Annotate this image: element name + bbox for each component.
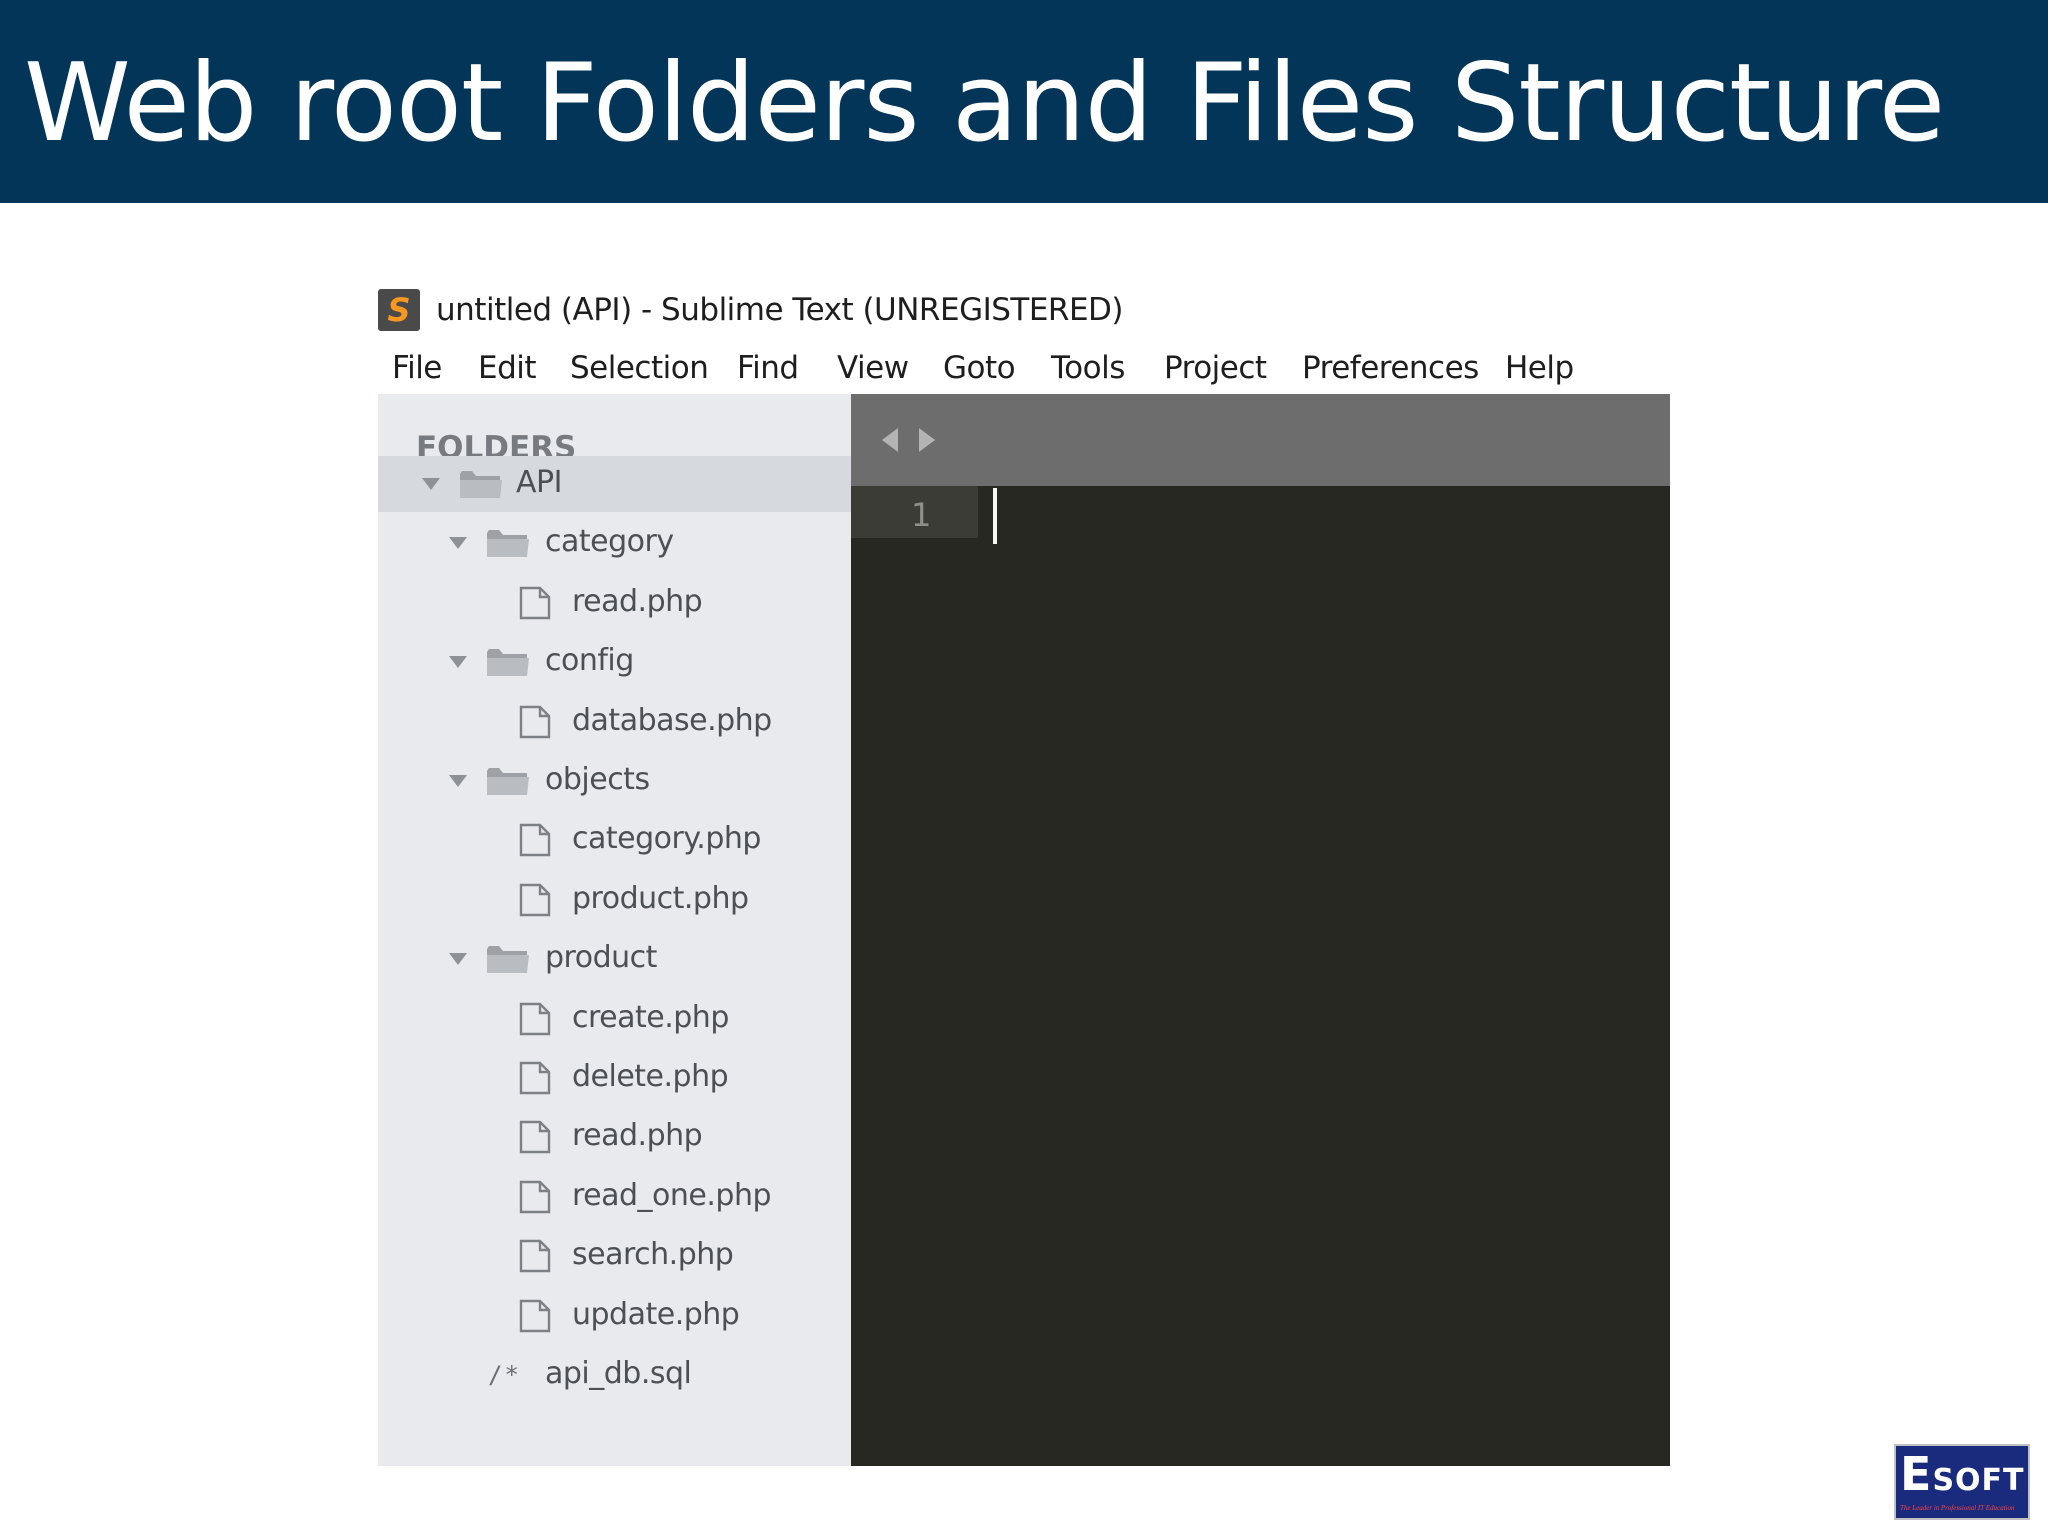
tree-item-label: read_one.php: [572, 1177, 772, 1213]
tree-item-label: update.php: [572, 1296, 740, 1332]
tree-item-label: objects: [545, 762, 650, 797]
tab-scroll-left-icon[interactable]: [882, 428, 898, 452]
expand-triangle-icon[interactable]: [422, 478, 440, 490]
tree-item-label: read.php: [572, 583, 703, 619]
file-icon: [519, 586, 551, 619]
tree-file-row[interactable]: read_one.php: [378, 1169, 851, 1225]
folder-icon: [460, 471, 502, 498]
file-icon: [519, 1239, 551, 1273]
menu-find[interactable]: Find: [737, 350, 799, 386]
expand-triangle-icon[interactable]: [449, 775, 467, 787]
tree-folder-row[interactable]: product: [378, 931, 851, 987]
sublime-text-app-icon: S: [378, 289, 420, 331]
menu-project[interactable]: Project: [1164, 350, 1267, 386]
text-cursor: [993, 488, 997, 544]
tree-file-row[interactable]: /* api_db.sql: [378, 1347, 851, 1403]
expand-triangle-icon[interactable]: [449, 656, 467, 669]
tree-file-row[interactable]: create.php: [378, 991, 851, 1047]
expand-triangle-icon[interactable]: [449, 537, 467, 550]
file-icon: [519, 1061, 551, 1095]
folder-icon: [487, 649, 529, 677]
tree-file-row[interactable]: read.php: [378, 1109, 851, 1165]
tree-item-label: product.php: [572, 880, 749, 916]
expand-triangle-icon[interactable]: [449, 953, 467, 966]
logo-tagline: The Leader in Professional IT Education: [1900, 1504, 2015, 1512]
esoft-logo: ESOFT The Leader in Professional IT Educ…: [1894, 1444, 2030, 1520]
line-number: 1: [911, 496, 932, 534]
file-icon: [519, 1002, 551, 1035]
tree-file-row[interactable]: delete.php: [378, 1050, 851, 1106]
app-icon-glyph: S: [387, 291, 411, 329]
tree-folder-row[interactable]: API: [378, 456, 851, 512]
tree-item-label: product: [545, 940, 657, 976]
file-icon: [519, 1180, 551, 1213]
menu-bar: File Edit Selection Find View Goto Tools…: [378, 342, 1670, 392]
menu-edit[interactable]: Edit: [478, 350, 537, 386]
tree-item-label: API: [516, 465, 562, 500]
sidebar-folders: FOLDERS API category read.php config databas…: [378, 394, 851, 1466]
menu-tools[interactable]: Tools: [1051, 350, 1125, 386]
tree-file-row[interactable]: product.php: [378, 872, 851, 928]
tree-item-label: category.php: [572, 821, 761, 857]
menu-goto[interactable]: Goto: [943, 350, 1016, 386]
file-icon: [519, 883, 551, 916]
menu-file[interactable]: File: [392, 350, 442, 386]
tab-scroll-right-icon[interactable]: [919, 428, 935, 452]
tree-item-label: create.php: [572, 999, 729, 1035]
tree-file-row[interactable]: database.php: [378, 694, 851, 750]
tree-folder-row[interactable]: category: [378, 515, 851, 571]
window-title: untitled (API) - Sublime Text (UNREGISTE…: [436, 292, 1124, 328]
tree-file-row[interactable]: search.php: [378, 1228, 851, 1284]
tree-item-label: read.php: [572, 1118, 703, 1154]
editor-pane[interactable]: 1: [851, 394, 1670, 1466]
tree-item-label: api_db.sql: [545, 1356, 692, 1391]
tab-bar: [851, 394, 1670, 486]
menu-view[interactable]: View: [837, 350, 909, 386]
logo-word-big: E: [1900, 1447, 1933, 1501]
tree-file-row[interactable]: category.php: [378, 812, 851, 868]
tree-folder-row[interactable]: config: [378, 634, 851, 690]
slide-title: Web root Folders and Files Structure: [24, 41, 1945, 166]
logo-wordmark: ESOFT: [1900, 1446, 2025, 1509]
folder-icon: [487, 530, 529, 558]
sql-file-icon: /*: [488, 1361, 521, 1389]
folder-icon: [487, 768, 529, 795]
folder-icon: [487, 946, 529, 974]
logo-word-small: SOFT: [1932, 1463, 2025, 1498]
window-titlebar[interactable]: S untitled (API) - Sublime Text (UNREGIS…: [378, 285, 1670, 335]
tree-item-label: delete.php: [572, 1059, 729, 1094]
file-icon: [519, 1121, 551, 1154]
tree-item-label: config: [545, 643, 634, 679]
file-icon: [519, 705, 551, 738]
file-icon: [519, 1299, 551, 1332]
menu-selection[interactable]: Selection: [570, 350, 709, 386]
tree-file-row[interactable]: read.php: [378, 575, 851, 631]
menu-preferences[interactable]: Preferences: [1302, 350, 1479, 386]
tree-folder-row[interactable]: objects: [378, 753, 851, 809]
slide-header: Web root Folders and Files Structure: [0, 0, 2048, 203]
file-icon: [519, 824, 551, 857]
menu-help[interactable]: Help: [1505, 350, 1574, 386]
tree-item-label: search.php: [572, 1237, 734, 1273]
tree-item-label: category: [545, 524, 674, 560]
tree-item-label: database.php: [572, 702, 772, 738]
tree-file-row[interactable]: update.php: [378, 1288, 851, 1344]
